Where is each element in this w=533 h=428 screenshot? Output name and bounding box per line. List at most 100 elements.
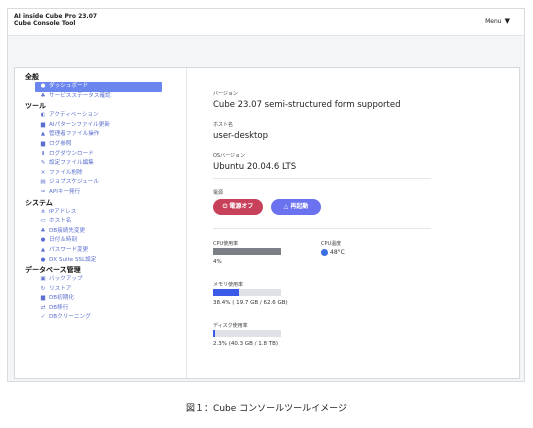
sidebar-item-label: サービスステータス確認: [49, 92, 111, 99]
app-title: AI inside Cube Pro 23.07 Cube Console To…: [14, 13, 97, 27]
os-label: OSバージョン: [213, 153, 246, 159]
sidebar-item[interactable]: ⬇ ログダウンロード: [15, 150, 186, 160]
cpu-temp: 48°C: [321, 249, 345, 256]
sidebar-item-icon: ▭: [40, 218, 46, 225]
sidebar-item[interactable]: ● DX Suite SSL設定: [15, 256, 186, 266]
sidebar-section-title: ツール: [25, 102, 46, 111]
sidebar-item[interactable]: ▭ ホスト名: [15, 217, 186, 227]
sidebar-item-icon: ♣: [40, 92, 46, 99]
menu-button[interactable]: Menu ▼: [485, 17, 510, 25]
sidebar-item[interactable]: ⇄ DB移行: [15, 304, 186, 314]
sidebar-section-title: データベース管理: [25, 266, 81, 275]
sidebar-item[interactable]: ✓ DBクリーニング: [15, 313, 186, 323]
sidebar-item-label: バックアップ: [49, 276, 83, 283]
sidebar-item[interactable]: ▲ パスワード変更: [15, 246, 186, 256]
version-value: Cube 23.07 semi-structured form supporte…: [213, 100, 401, 110]
main-panel: 全般 ● ダッシュボード ♣ サービスステータス確認 ツール ◐ アクティベーション ▆ AIパタ…: [14, 67, 520, 379]
sidebar-item-label: ログ参照: [49, 140, 72, 147]
app-header: AI inside Cube Pro 23.07 Cube Console To…: [8, 9, 524, 36]
disk-value: 2.3% (40.3 GB / 1.8 TB): [213, 341, 279, 347]
sidebar-item-label: AIパターンファイル更新: [49, 121, 110, 128]
mem-label: メモリ使用率: [213, 282, 244, 288]
cpu-label: CPU使用率: [213, 241, 239, 247]
sidebar-item-label: DBクリーニング: [49, 314, 91, 321]
sidebar-item-label: DB接続先変更: [49, 227, 86, 234]
cpu-bar: [213, 248, 281, 255]
sidebar-item-label: ファイル削除: [49, 169, 83, 176]
sidebar-item[interactable]: ● ダッシュボード: [35, 82, 162, 92]
sidebar-item-label: 管理者ファイル操作: [49, 131, 100, 138]
mem-value: 38.4% ( 19.7 GB / 62.6 GB): [213, 300, 288, 306]
sidebar-item-icon: ●: [40, 237, 46, 244]
sidebar-item[interactable]: ♣ DB接続先変更: [15, 227, 186, 237]
restart-button[interactable]: △ 再起動: [271, 199, 321, 215]
sidebar-item[interactable]: ✑ APIキー発行: [15, 188, 186, 198]
sidebar-item-label: アクティベーション: [49, 112, 99, 119]
sidebar-item-icon: ⇄: [40, 304, 46, 311]
sidebar-item[interactable]: ✎ 設定ファイル編集: [15, 159, 186, 169]
sidebar-item[interactable]: ◐ アクティベーション: [15, 111, 186, 121]
sidebar-item-icon: ▲: [40, 131, 46, 138]
cpu-bar-fill: [213, 248, 281, 255]
restart-label: 再起動: [290, 203, 309, 210]
sidebar-item[interactable]: ↻ リストア: [15, 285, 186, 295]
sidebar-item[interactable]: ▣ バックアップ: [15, 275, 186, 285]
divider-bottom: [213, 228, 431, 229]
sidebar-item-icon: ▲: [40, 246, 46, 253]
power-icon: ⏻: [222, 203, 228, 210]
sidebar-item[interactable]: ✕ ファイル削除: [15, 169, 186, 179]
host-value: user-desktop: [213, 131, 268, 141]
disk-label: ディスク使用率: [213, 323, 248, 329]
sidebar-item-icon: ▤: [40, 179, 46, 186]
sidebar-item[interactable]: ▆ DB初期化: [15, 294, 186, 304]
sidebar-item[interactable]: ▲ 管理者ファイル操作: [15, 130, 186, 140]
app-window: AI inside Cube Pro 23.07 Cube Console To…: [7, 8, 525, 382]
sidebar-item-label: ホスト名: [49, 218, 72, 225]
host-label: ホスト名: [213, 122, 234, 128]
disk-bar-fill: [213, 330, 215, 337]
power-label: 電源: [213, 190, 224, 196]
sidebar-item-label: 設定ファイル編集: [49, 160, 94, 167]
sidebar-item[interactable]: ⋔ IPアドレス: [15, 208, 186, 218]
sidebar-item-label: ジョブスケジュール: [49, 179, 99, 186]
sidebar-item-icon: ⋔: [40, 208, 46, 215]
sidebar-item[interactable]: ▆ ログ参照: [15, 140, 186, 150]
sidebar-item-label: IPアドレス: [49, 208, 77, 215]
sidebar-item-label: DX Suite SSL設定: [49, 256, 97, 263]
sidebar-item-icon: ↻: [40, 285, 46, 292]
sidebar-item-icon: ●: [40, 256, 46, 263]
sidebar-item-label: リストア: [49, 285, 72, 292]
sidebar-item-label: パスワード変更: [49, 246, 89, 253]
sidebar-item-label: ダッシュボード: [49, 83, 89, 89]
app-title-line2: Cube Console Tool: [14, 20, 76, 27]
mem-bar: [213, 289, 281, 296]
sidebar-item[interactable]: ▆ AIパターンファイル更新: [15, 121, 186, 131]
sidebar-section-title: 全般: [25, 73, 39, 81]
sidebar-item-label: DB初期化: [49, 295, 74, 302]
figure-caption: 図１：Cube コンソールツールイメージ: [186, 404, 347, 414]
caret-down-icon: ▼: [504, 17, 510, 25]
sidebar-item[interactable]: ▤ ジョブスケジュール: [15, 178, 186, 188]
cpu-value: 4%: [213, 259, 222, 265]
cpu-temp-value: 48°C: [330, 249, 345, 256]
power-off-label: 電源オフ: [229, 203, 254, 210]
thermometer-icon: [321, 249, 328, 256]
sidebar-item-icon: ●: [40, 83, 46, 89]
os-value: Ubuntu 20.04.6 LTS: [213, 162, 297, 172]
restart-icon: △: [283, 203, 289, 210]
sidebar-item-label: DB移行: [49, 304, 69, 311]
disk-bar: [213, 330, 281, 337]
power-off-button[interactable]: ⏻ 電源オフ: [213, 199, 263, 215]
sidebar-item[interactable]: ● 日付＆時刻: [15, 236, 186, 246]
sidebar-item-label: 日付＆時刻: [49, 237, 77, 244]
sidebar-item-icon: ⬇: [40, 150, 46, 157]
sidebar-item-icon: ▆: [40, 121, 46, 128]
sidebar-item[interactable]: ♣ サービスステータス確認: [15, 92, 186, 102]
app-title-line1: AI inside Cube Pro 23.07: [14, 13, 98, 20]
sidebar-item-icon: ✑: [40, 188, 46, 195]
sidebar-item-icon: ▆: [40, 140, 46, 147]
divider-top: [213, 178, 431, 179]
sidebar-section-title: システム: [25, 198, 53, 207]
sidebar-item-icon: ✕: [40, 169, 46, 176]
cpu-temp-label: CPU温度: [321, 241, 342, 247]
